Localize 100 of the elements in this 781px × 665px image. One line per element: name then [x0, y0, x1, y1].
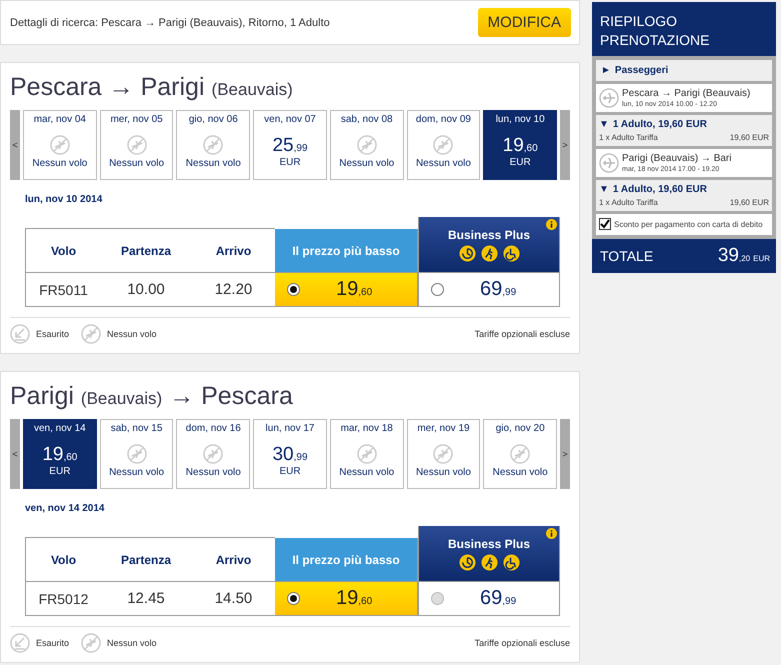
- currency: EUR: [279, 157, 301, 168]
- legend-label: Esaurito: [36, 329, 70, 339]
- date-label: dom, nov 16: [186, 423, 241, 434]
- price-decimals: ,99: [502, 287, 516, 298]
- price-decimals: ,99: [294, 143, 308, 154]
- fare-toggle[interactable]: ▼ 1 Adulto, 19,60 EUR: [599, 119, 769, 130]
- price-decimals: ,60: [63, 452, 78, 463]
- info-icon[interactable]: [546, 219, 557, 230]
- route-title: Pescara → Parigi: [10, 73, 205, 102]
- route-title: (Beauvais): [80, 389, 162, 409]
- radio-button[interactable]: [287, 283, 300, 296]
- date-tab[interactable]: lun, nov 17 30,99 EUR: [253, 419, 327, 489]
- clock-icon: [458, 554, 476, 570]
- price-decimals: ,60: [524, 143, 538, 154]
- date-tab[interactable]: mer, nov 19 Nessun volo: [406, 419, 480, 489]
- date-tab[interactable]: sab, nov 08 Nessun volo: [330, 110, 404, 180]
- fare-title: Business Plus: [448, 536, 530, 550]
- fare-option[interactable]: 19,60: [275, 272, 417, 306]
- no-flight-label: Nessun volo: [32, 158, 88, 169]
- radio-button[interactable]: [287, 592, 300, 605]
- price-decimals: ,60: [358, 287, 372, 298]
- legend-label: Nessun volo: [107, 638, 157, 648]
- date-tab[interactable]: dom, nov 16 Nessun volo: [176, 419, 250, 489]
- next-button[interactable]: >: [560, 110, 570, 180]
- date-tab[interactable]: lun, nov 10 19,60 EUR: [483, 110, 558, 180]
- leg-route: Pescara → Parigi (Beauvais): [622, 88, 750, 99]
- search-details: Dettagli di ricerca: Pescara → Parigi (Beauvais), Ritorno, 1 Adulto: [10, 16, 330, 28]
- info-icon[interactable]: [546, 528, 557, 539]
- date-tab[interactable]: sab, nov 15 Nessun volo: [100, 419, 174, 489]
- no-flight-label: Nessun volo: [109, 158, 164, 169]
- plane-icon: [599, 88, 619, 108]
- next-button[interactable]: >: [560, 419, 570, 489]
- price: 30: [272, 444, 294, 466]
- plane-icon: [599, 153, 619, 173]
- no-flight-icon: [126, 135, 147, 155]
- previous-button[interactable]: <: [10, 110, 20, 180]
- date-tab[interactable]: mer, nov 05 Nessun volo: [100, 110, 174, 180]
- no-flight-icon: [203, 444, 224, 464]
- fare-note: Tariffe opzionali escluse: [474, 329, 570, 339]
- modify-button[interactable]: MODIFICA: [478, 8, 571, 37]
- fare-option[interactable]: 19,60: [275, 581, 417, 615]
- summary-title: RIEPILOGO PRENOTAZIONE: [592, 2, 776, 56]
- route-title: → Pescara: [169, 382, 293, 411]
- route-title: (Beauvais): [212, 80, 293, 100]
- fare-line: 1 x Adulto Tariffa: [599, 198, 658, 207]
- previous-button[interactable]: <: [10, 419, 20, 489]
- fare-price: 19: [336, 587, 358, 610]
- no-flight-icon: [433, 135, 454, 155]
- date-label: mar, nov 04: [34, 114, 86, 125]
- sold-out-icon: [10, 324, 30, 344]
- price-decimals: ,60: [358, 596, 372, 607]
- flight-number: FR5011: [26, 272, 101, 306]
- fare-price: 69: [480, 587, 502, 610]
- checkbox[interactable]: [599, 218, 611, 230]
- fare-amount: 19,60 EUR: [730, 198, 769, 207]
- fare-note: Tariffe opzionali escluse: [474, 638, 570, 648]
- price-decimals: ,99: [294, 452, 308, 463]
- no-flight-icon: [356, 135, 377, 155]
- no-flight-label: Nessun volo: [416, 467, 471, 478]
- running-person-icon: [480, 554, 498, 570]
- date-label: mer, nov 19: [417, 423, 470, 434]
- total-price: 39: [718, 245, 739, 267]
- date-label: mar, nov 18: [340, 423, 393, 434]
- no-flight-icon: [81, 324, 102, 344]
- fare-price: 69: [480, 278, 502, 301]
- clock-icon: [458, 244, 476, 262]
- no-flight-icon: [81, 633, 102, 653]
- fare-title: Business Plus: [448, 228, 530, 242]
- price: 19: [42, 444, 64, 466]
- price: 25: [272, 135, 294, 157]
- running-person-icon: [480, 244, 498, 262]
- fare-price: 19: [336, 278, 358, 301]
- no-flight-icon: [126, 444, 147, 464]
- date-tab[interactable]: gio, nov 20 Nessun volo: [483, 419, 558, 489]
- fare-toggle[interactable]: ▼ 1 Adulto, 19,60 EUR: [599, 184, 769, 195]
- fare-title: Il prezzo più basso: [292, 552, 400, 566]
- no-flight-label: Nessun volo: [186, 467, 241, 478]
- fare-line: 1 x Adulto Tariffa: [599, 133, 658, 142]
- legend-label: Nessun volo: [107, 329, 157, 339]
- radio-button[interactable]: [431, 283, 444, 296]
- no-flight-label: Nessun volo: [186, 158, 241, 169]
- no-flight-icon: [203, 135, 224, 155]
- price-decimals: ,20: [738, 254, 750, 263]
- date-tab[interactable]: mar, nov 18 Nessun volo: [330, 419, 404, 489]
- date-tab[interactable]: ven, nov 14 19,60 EUR: [23, 419, 97, 489]
- no-flight-icon: [433, 444, 454, 464]
- selected-date: lun, nov 10 2014: [25, 194, 104, 205]
- currency: EUR: [510, 157, 531, 168]
- date-label: gio, nov 20: [496, 423, 545, 434]
- date-tab[interactable]: gio, nov 06 Nessun volo: [176, 110, 250, 180]
- total-label: TOTALE: [600, 248, 654, 264]
- date-tab[interactable]: dom, nov 09 Nessun volo: [406, 110, 480, 180]
- no-flight-label: Nessun volo: [339, 467, 394, 478]
- date-tab[interactable]: ven, nov 07 25,99 EUR: [253, 110, 327, 180]
- passengers-toggle[interactable]: ► Passeggeri: [596, 60, 772, 81]
- no-flight-icon: [50, 135, 70, 155]
- discount-label: Sconto per pagamento con carta di debito: [614, 219, 763, 231]
- currency: EUR: [49, 466, 70, 477]
- no-flight-icon: [356, 444, 377, 464]
- date-label: lun, nov 17: [266, 423, 314, 434]
